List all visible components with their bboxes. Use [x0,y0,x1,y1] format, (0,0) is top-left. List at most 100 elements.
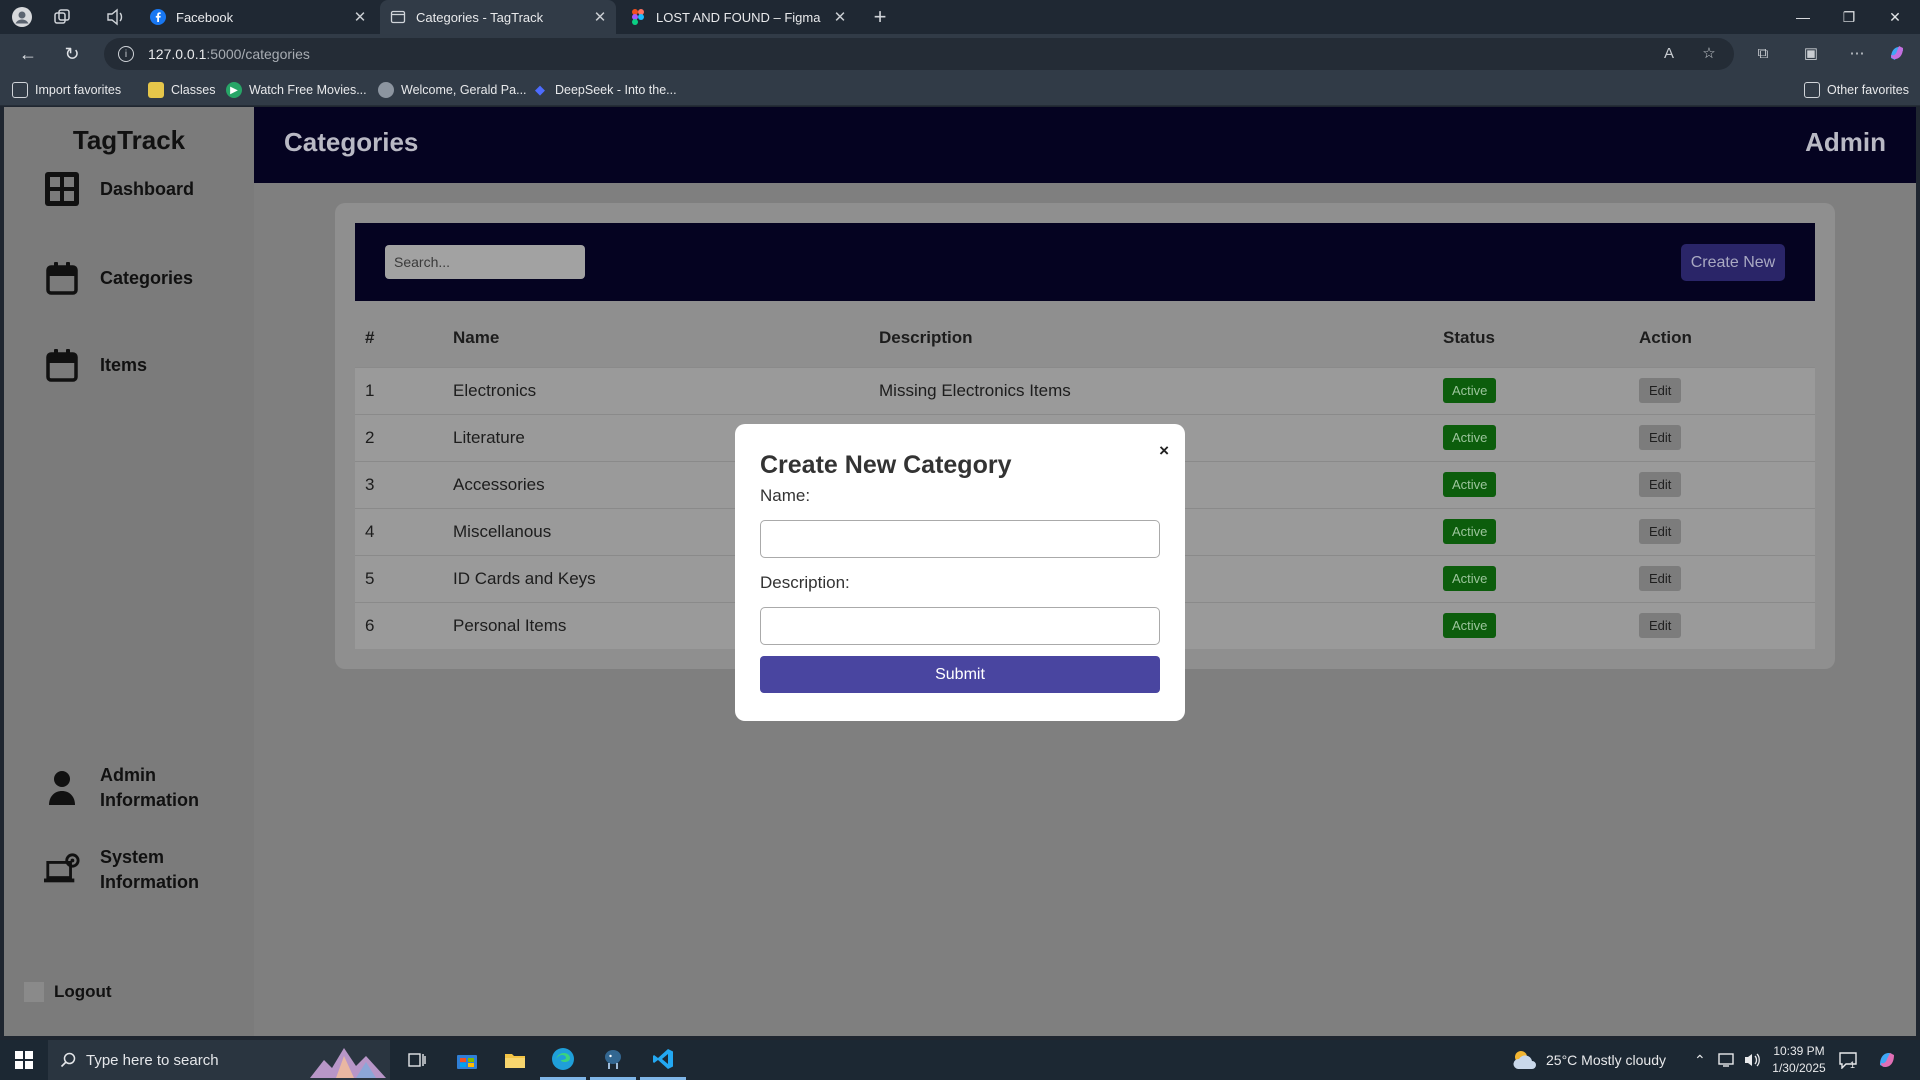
windows-start-icon[interactable] [6,1040,42,1080]
copilot-taskbar-icon[interactable] [1876,1040,1898,1080]
address-bar[interactable]: i 127.0.0.1:5000/categories [104,38,1734,70]
folder-icon [148,82,164,98]
taskbar-search-placeholder: Type here to search [86,1051,219,1069]
submit-button[interactable]: Submit [760,656,1160,693]
create-new-button[interactable]: Create New [1681,244,1785,281]
favorite-deepseek[interactable]: ◆ DeepSeek - Into the... [532,80,677,100]
workspaces-icon[interactable] [50,5,74,29]
tab-categories-tagtrack[interactable]: Categories - TagTrack ✕ [380,0,616,34]
cell-name: Electronics [453,366,879,414]
browser-tab-bar: Facebook ✕ Categories - TagTrack ✕ LOST … [0,0,1920,34]
notification-icon[interactable]: 1 [1838,1040,1857,1080]
description-input[interactable] [760,607,1160,645]
refresh-icon[interactable]: ↻ [60,42,84,66]
favorite-import[interactable]: Import favorites [12,80,121,100]
sidebar-item-categories[interactable]: Categories [44,260,193,296]
task-view-icon[interactable] [396,1040,438,1080]
postgresql-icon[interactable] [590,1040,636,1080]
cell-id: 4 [355,507,453,555]
url-text[interactable]: 127.0.0.1:5000/categories [148,46,310,62]
edit-button[interactable]: Edit [1639,472,1682,497]
sidebar-item-dashboard[interactable]: Dashboard [44,171,194,207]
site-globe-icon [378,82,394,98]
minimize-icon[interactable]: — [1780,0,1826,34]
sidebar-item-label: Dashboard [100,178,195,199]
laptop-gear-icon [44,852,80,888]
file-explorer-icon[interactable] [492,1040,538,1080]
column-header: # [365,327,375,347]
edit-button[interactable]: Edit [1639,566,1682,591]
show-hidden-icons-icon[interactable]: ⌃ [1694,1040,1706,1080]
edit-button[interactable]: Edit [1639,613,1682,639]
logout-icon [24,982,44,1002]
folder-outline-icon [1804,82,1820,98]
new-tab-icon[interactable]: + [868,4,892,29]
other-favorites[interactable]: Other favorites [1804,80,1909,100]
network-icon[interactable] [1718,1040,1736,1080]
favorite-star-icon[interactable]: ☆ [1698,42,1720,64]
volume-icon[interactable] [1744,1040,1762,1080]
close-tab-icon[interactable]: ✕ [590,8,610,26]
sidebar-item-items[interactable]: Items [44,347,147,383]
sidebar-item-label: Items [100,354,148,375]
calendar-icon [44,347,80,383]
microsoft-store-icon[interactable] [444,1040,490,1080]
page-title: Categories [284,127,419,157]
close-icon[interactable]: × [1159,441,1169,461]
windows-taskbar: Type here to search 25°C Mostly cloudy ⌃… [0,1040,1920,1080]
edit-button[interactable]: Edit [1639,519,1682,544]
cell-id: 5 [355,554,453,602]
tab-title: LOST AND FOUND – Figma [656,9,821,25]
site-info-icon[interactable]: i [118,46,134,62]
cell-id: 1 [355,366,453,414]
tab-facebook[interactable]: Facebook ✕ [140,0,376,34]
brand-logo-text: TagTrack [72,125,186,155]
sidebar-item-label: Admin Information [100,765,199,810]
back-icon[interactable]: ← [16,42,40,66]
restore-icon[interactable]: ❐ [1826,0,1872,34]
create-category-modal: Create New Category × Name: Description:… [735,424,1185,721]
tab-audio-icon[interactable] [104,5,128,29]
tab-title: Facebook [176,9,234,25]
copilot-icon[interactable] [1886,42,1908,64]
sidebar-item-admin-information[interactable]: Admin Information [44,763,210,813]
edge-browser-icon[interactable] [540,1040,586,1080]
table-row: 1 Electronics Missing Electronics Items … [355,366,1815,414]
clock-time: 10:39 PM [1773,1044,1825,1058]
close-tab-icon[interactable]: ✕ [350,8,370,26]
column-header: Status [1443,327,1495,347]
collections-icon[interactable]: ▣ [1800,42,1822,64]
close-window-icon[interactable]: ✕ [1872,0,1918,34]
name-input[interactable] [760,520,1160,558]
status-badge: Active [1443,425,1497,450]
profile-avatar-icon[interactable] [10,5,34,29]
edit-button[interactable]: Edit [1639,425,1682,450]
page-icon [390,9,406,25]
extensions-icon[interactable]: ⧉ [1752,42,1774,64]
address-bar-row: ← ↻ i 127.0.0.1:5000/categories A ☆ ⧉ ▣ … [0,34,1920,74]
vscode-icon[interactable] [640,1040,686,1080]
more-menu-icon[interactable]: ⋯ [1846,42,1868,64]
search-icon [60,1052,76,1068]
status-badge: Active [1443,472,1497,497]
edit-button[interactable]: Edit [1639,378,1682,403]
page-header: Categories Admin [254,107,1916,183]
sidebar-item-label: Categories [100,267,194,288]
read-aloud-icon[interactable]: A [1658,42,1680,64]
tab-figma[interactable]: LOST AND FOUND – Figma ✕ [620,0,856,34]
clock-date: 1/30/2025 [1772,1061,1826,1075]
calendar-icon [44,260,80,296]
sidebar-item-system-information[interactable]: System Information [44,845,210,895]
column-header: Description [879,327,973,347]
favorite-classes[interactable]: Classes [148,80,215,100]
weather-widget[interactable]: 25°C Mostly cloudy [1512,1040,1666,1080]
facebook-icon [150,9,166,25]
close-tab-icon[interactable]: ✕ [830,8,850,26]
favorite-welcome[interactable]: Welcome, Gerald Pa... [378,80,527,100]
system-clock[interactable]: 10:39 PM 1/30/2025 [1768,1043,1830,1077]
logout-link[interactable]: Logout [24,982,112,1002]
search-input[interactable] [385,245,585,279]
taskbar-search[interactable]: Type here to search [48,1040,390,1080]
favorite-movies[interactable]: ▶ Watch Free Movies... [226,80,367,100]
user-label[interactable]: Admin [1805,127,1886,158]
